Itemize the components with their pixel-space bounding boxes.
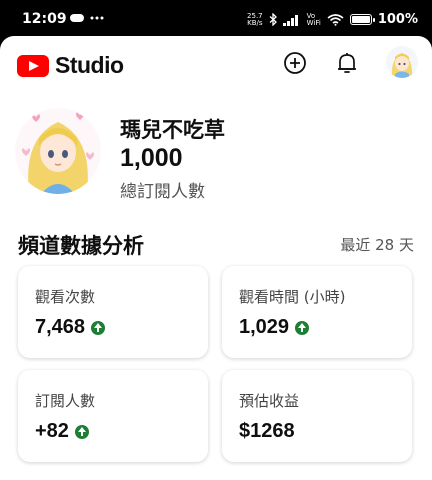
metric-label: 觀看次數 bbox=[35, 288, 96, 306]
metric-label: 預估收益 bbox=[239, 392, 300, 410]
subscriber-count: 1,000 bbox=[120, 144, 183, 172]
bluetooth-icon bbox=[269, 13, 277, 26]
channel-avatar-image bbox=[15, 108, 101, 194]
studio-logo[interactable]: Studio bbox=[17, 52, 124, 79]
logo-text: Studio bbox=[55, 52, 124, 78]
metric-card-revenue[interactable]: 預估收益 $1268 bbox=[222, 370, 412, 462]
battery-icon bbox=[349, 14, 375, 25]
create-button[interactable] bbox=[280, 48, 310, 78]
studio-app: Studio 瑪兒不吃草 1,000 總訂閱人數 頻道數據分析 最近 28 天 … bbox=[0, 36, 432, 480]
metric-value: $1268 bbox=[239, 420, 295, 442]
channel-avatar bbox=[15, 108, 101, 194]
trend-up-icon bbox=[74, 424, 89, 439]
metric-value-row: 7,468 bbox=[35, 316, 106, 339]
game-controller-icon bbox=[70, 14, 104, 22]
metric-card-subscribers[interactable]: 訂閱人數 +82 bbox=[18, 370, 208, 462]
wifi-label: WiFi bbox=[306, 18, 321, 27]
create-icon bbox=[284, 52, 306, 74]
metric-card-watch-time[interactable]: 觀看時間 (小時) 1,029 bbox=[222, 266, 412, 358]
metric-value-row: $1268 bbox=[239, 420, 295, 443]
vowifi-indicator: Vo WiFi bbox=[306, 12, 321, 27]
trend-up-icon bbox=[91, 320, 106, 335]
analytics-range: 最近 28 天 bbox=[340, 236, 414, 254]
metric-label: 觀看時間 (小時) bbox=[239, 288, 346, 306]
metric-value-row: +82 bbox=[35, 420, 89, 443]
account-avatar[interactable] bbox=[386, 46, 418, 78]
metric-value-row: 1,029 bbox=[239, 316, 310, 339]
bell-icon bbox=[338, 53, 356, 73]
metric-label: 訂閱人數 bbox=[35, 392, 96, 410]
battery-percent: 100% bbox=[377, 12, 418, 27]
status-time: 12:09 bbox=[22, 11, 67, 27]
wifi-icon bbox=[327, 14, 344, 26]
trend-up-icon bbox=[295, 320, 310, 335]
analytics-title: 頻道數據分析 bbox=[18, 234, 144, 258]
status-bar: 12:09 25.7 KB/s Vo WiFi 100% bbox=[0, 0, 432, 40]
metric-value: 1,029 bbox=[239, 316, 290, 338]
notification-icons bbox=[70, 12, 104, 27]
status-right: 25.7 KB/s Vo WiFi 100% bbox=[247, 12, 418, 27]
channel-name: 瑪兒不吃草 bbox=[120, 118, 225, 142]
network-speed: 25.7 KB/s bbox=[247, 12, 263, 27]
metric-value: +82 bbox=[35, 420, 69, 442]
subscriber-label: 總訂閱人數 bbox=[120, 182, 205, 202]
notifications-button[interactable] bbox=[332, 48, 362, 78]
avatar-icon bbox=[386, 46, 418, 78]
signal-icon bbox=[282, 14, 298, 26]
youtube-logo-icon bbox=[17, 54, 49, 77]
metric-value: 7,468 bbox=[35, 316, 86, 338]
metric-card-views[interactable]: 觀看次數 7,468 bbox=[18, 266, 208, 358]
network-speed-unit: KB/s bbox=[247, 18, 263, 27]
